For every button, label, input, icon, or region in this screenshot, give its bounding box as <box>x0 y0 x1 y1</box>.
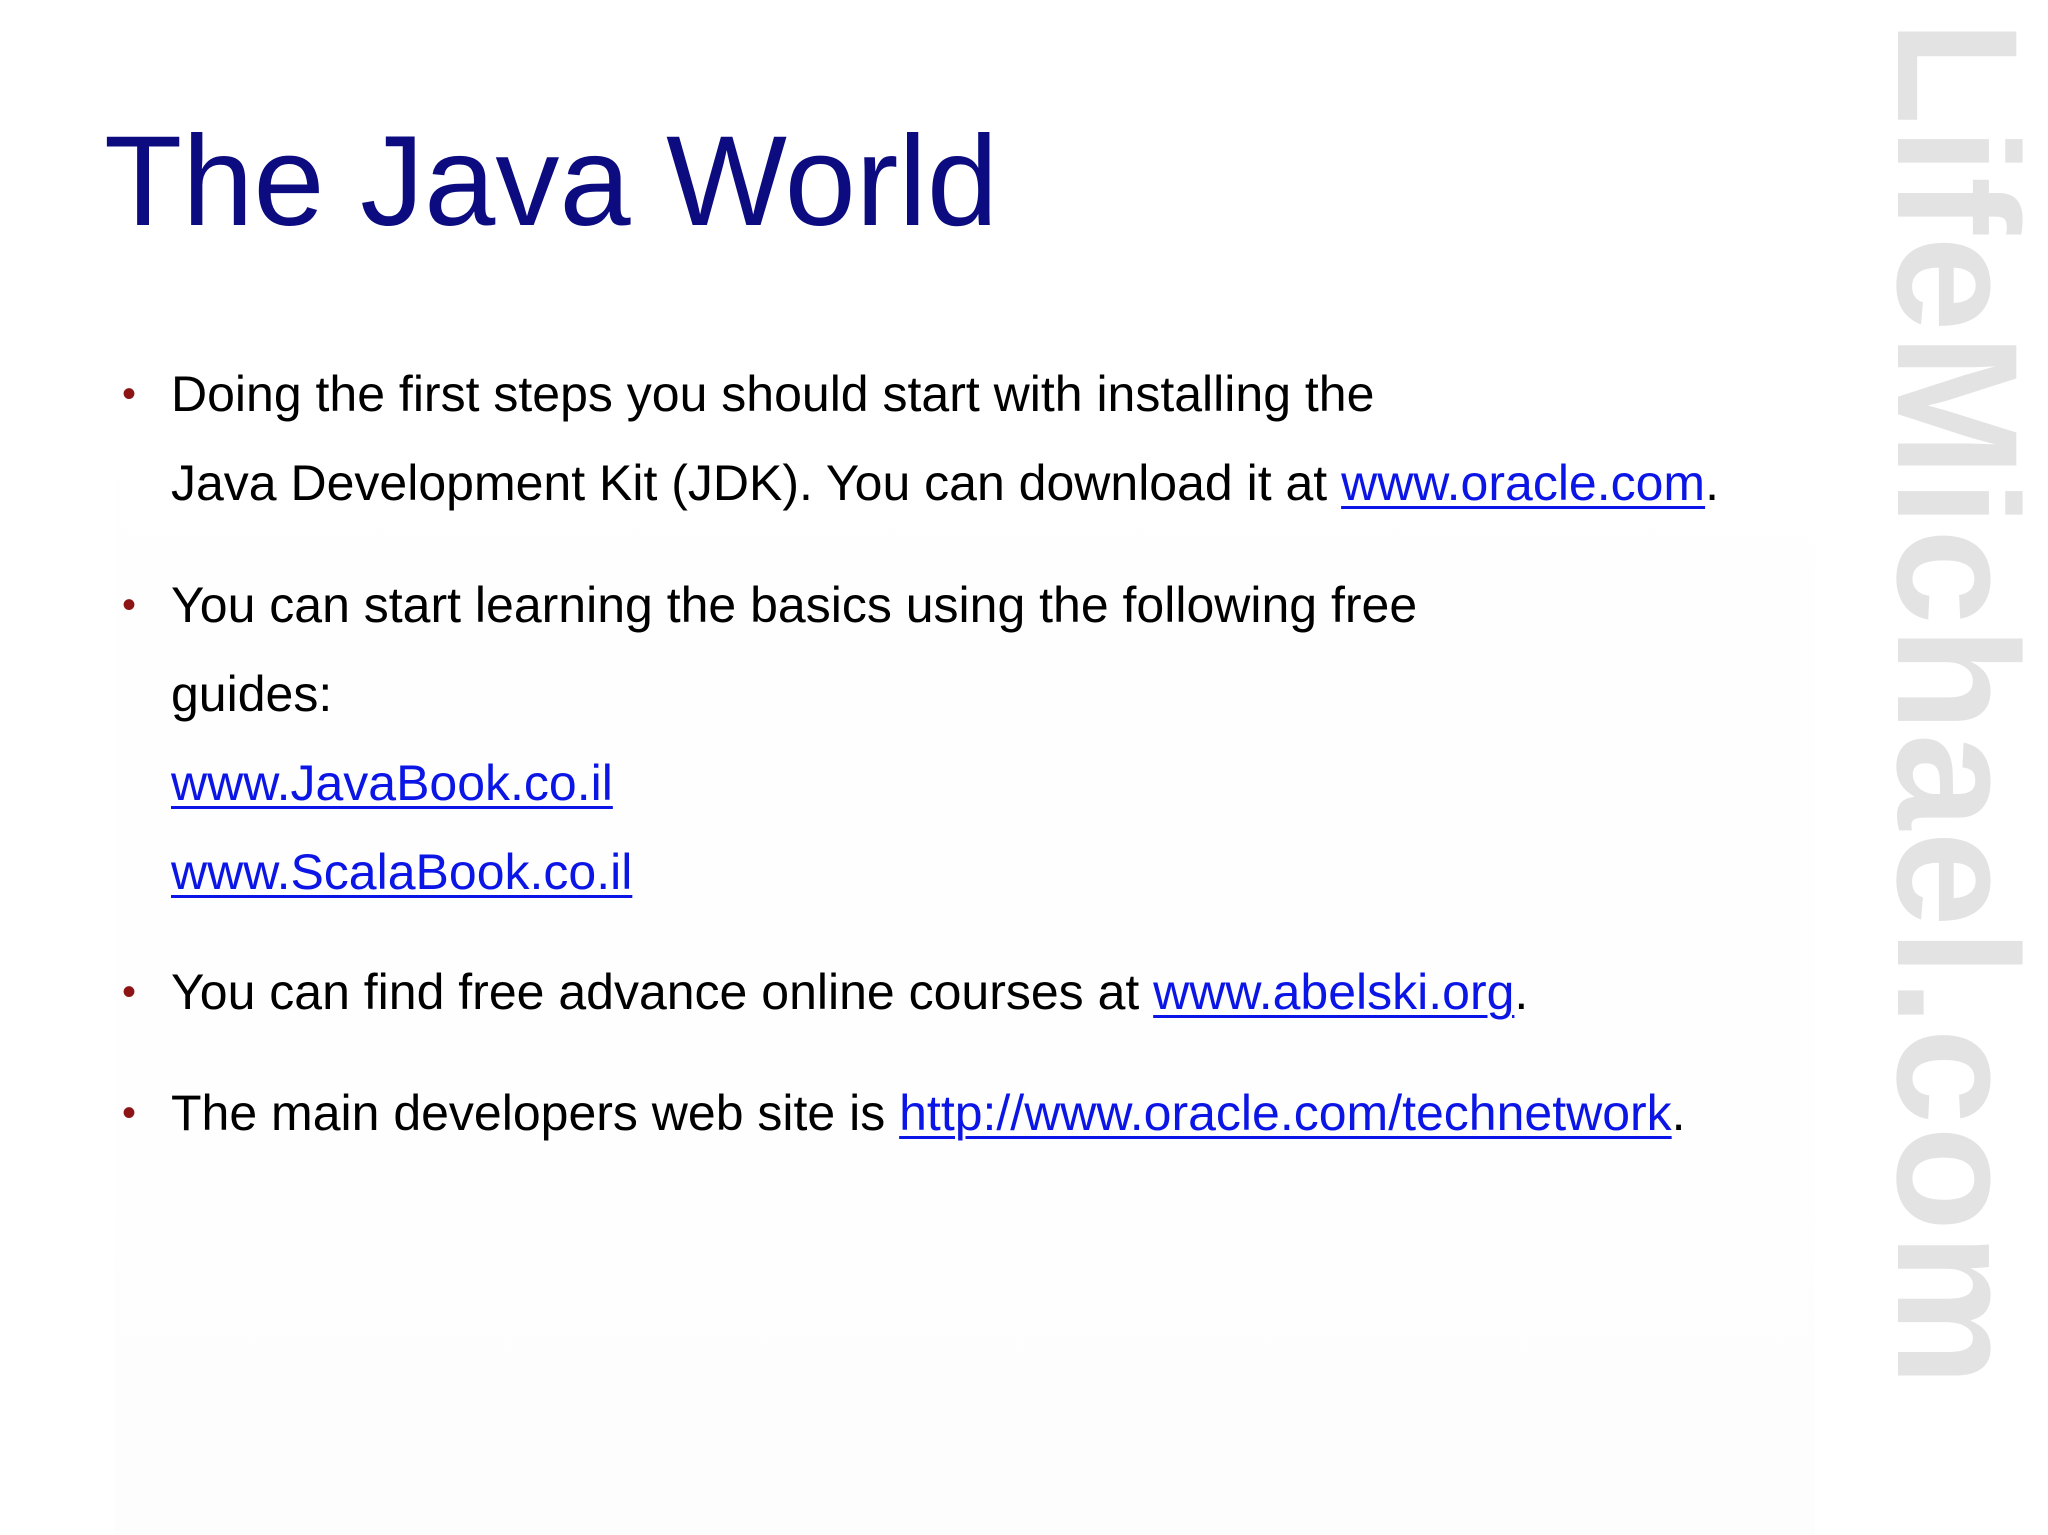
bullet-line: You can start learning the basics using … <box>171 577 1418 633</box>
bullet-list: • Doing the first steps you should start… <box>0 0 1880 1535</box>
bullet-text-suffix: . <box>1671 1085 1686 1141</box>
bullet-marker: • <box>122 1091 137 1135</box>
technetwork-link[interactable]: http://www.oracle.com/technetwork <box>899 1085 1672 1141</box>
bullet-text-prefix: You can find free advance online courses… <box>171 964 1154 1020</box>
javabook-link[interactable]: www.JavaBook.co.il <box>171 755 613 811</box>
bullet-marker: • <box>122 372 137 416</box>
slide: The Java World • Doing the first steps y… <box>0 0 2048 1535</box>
bullet-line: You can find free advance online courses… <box>171 948 1882 1037</box>
bullet-text-prefix: Java Development Kit (JDK). You can down… <box>171 455 1342 511</box>
watermark-text: LifeMichael.com <box>1870 20 2048 1389</box>
bullet-line: www.JavaBook.co.il <box>171 739 1882 828</box>
bullet-line: guides: <box>171 666 333 722</box>
bullet-text: You can start learning the basics using … <box>171 561 1882 917</box>
bullet-line: Doing the first steps you should start w… <box>171 366 1375 422</box>
bullet-line: The main developers web site is http://w… <box>171 1069 1882 1158</box>
watermark: LifeMichael.com <box>1870 20 2048 1520</box>
bullet-marker: • <box>122 970 137 1014</box>
bullet-text: You can find free advance online courses… <box>171 948 1882 1037</box>
bullet-line: Java Development Kit (JDK). You can down… <box>171 439 1882 528</box>
bullet-text-prefix: The main developers web site is <box>171 1085 900 1141</box>
scalabook-link[interactable]: www.ScalaBook.co.il <box>171 844 632 900</box>
bullet-marker: • <box>122 583 137 627</box>
abelski-link[interactable]: www.abelski.org <box>1153 964 1514 1020</box>
bullet-text-suffix: . <box>1514 964 1529 1020</box>
bullet-line: www.ScalaBook.co.il <box>171 828 1882 917</box>
bullet-text: The main developers web site is http://w… <box>171 1069 1882 1158</box>
bullet-text: Doing the first steps you should start w… <box>171 350 1882 528</box>
oracle-link[interactable]: www.oracle.com <box>1341 455 1705 511</box>
bullet-text-suffix: . <box>1705 455 1719 511</box>
